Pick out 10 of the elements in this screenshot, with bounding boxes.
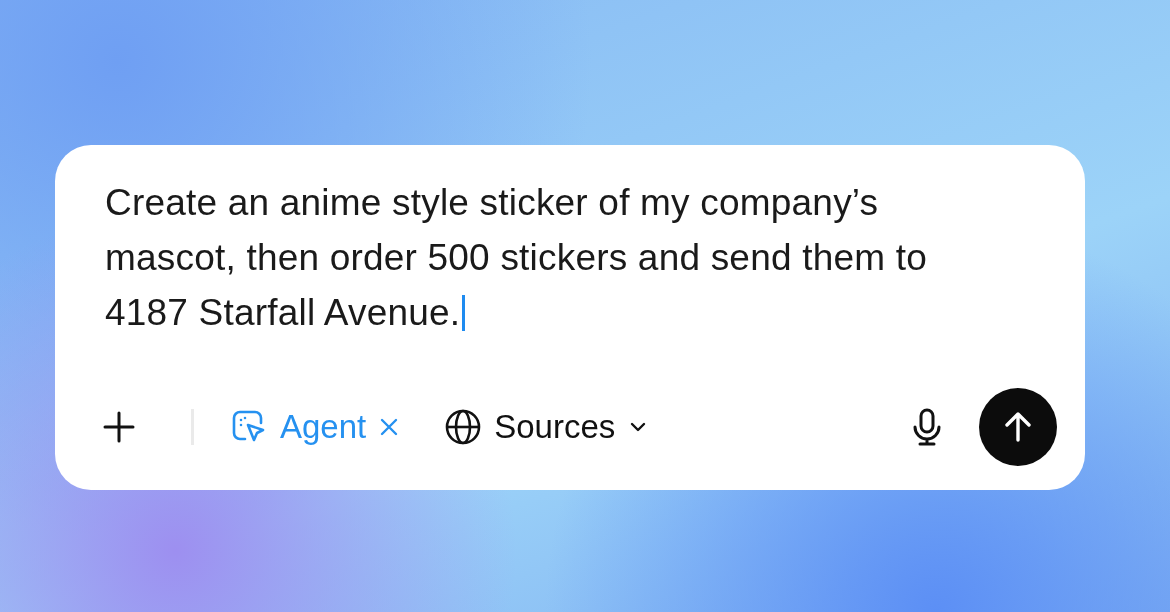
plus-icon (101, 409, 137, 445)
message-text-line: Create an anime style sticker of my company’s (105, 181, 880, 225)
globe-icon (444, 408, 483, 446)
microphone-button[interactable] (911, 407, 943, 447)
message-input[interactable]: Create an anime style sticker of my company’s mascot, then order 500 stickers and send them to 4187 Starfall Avenue. (105, 175, 1057, 340)
sources-dropdown[interactable]: Sources (444, 408, 650, 446)
add-button[interactable] (101, 409, 137, 445)
message-text-line: mascot, then order 500 stickers and send them to (105, 236, 928, 280)
message-text-line: 4187 Starfall Avenue. (105, 285, 1057, 340)
microphone-icon (911, 407, 943, 447)
